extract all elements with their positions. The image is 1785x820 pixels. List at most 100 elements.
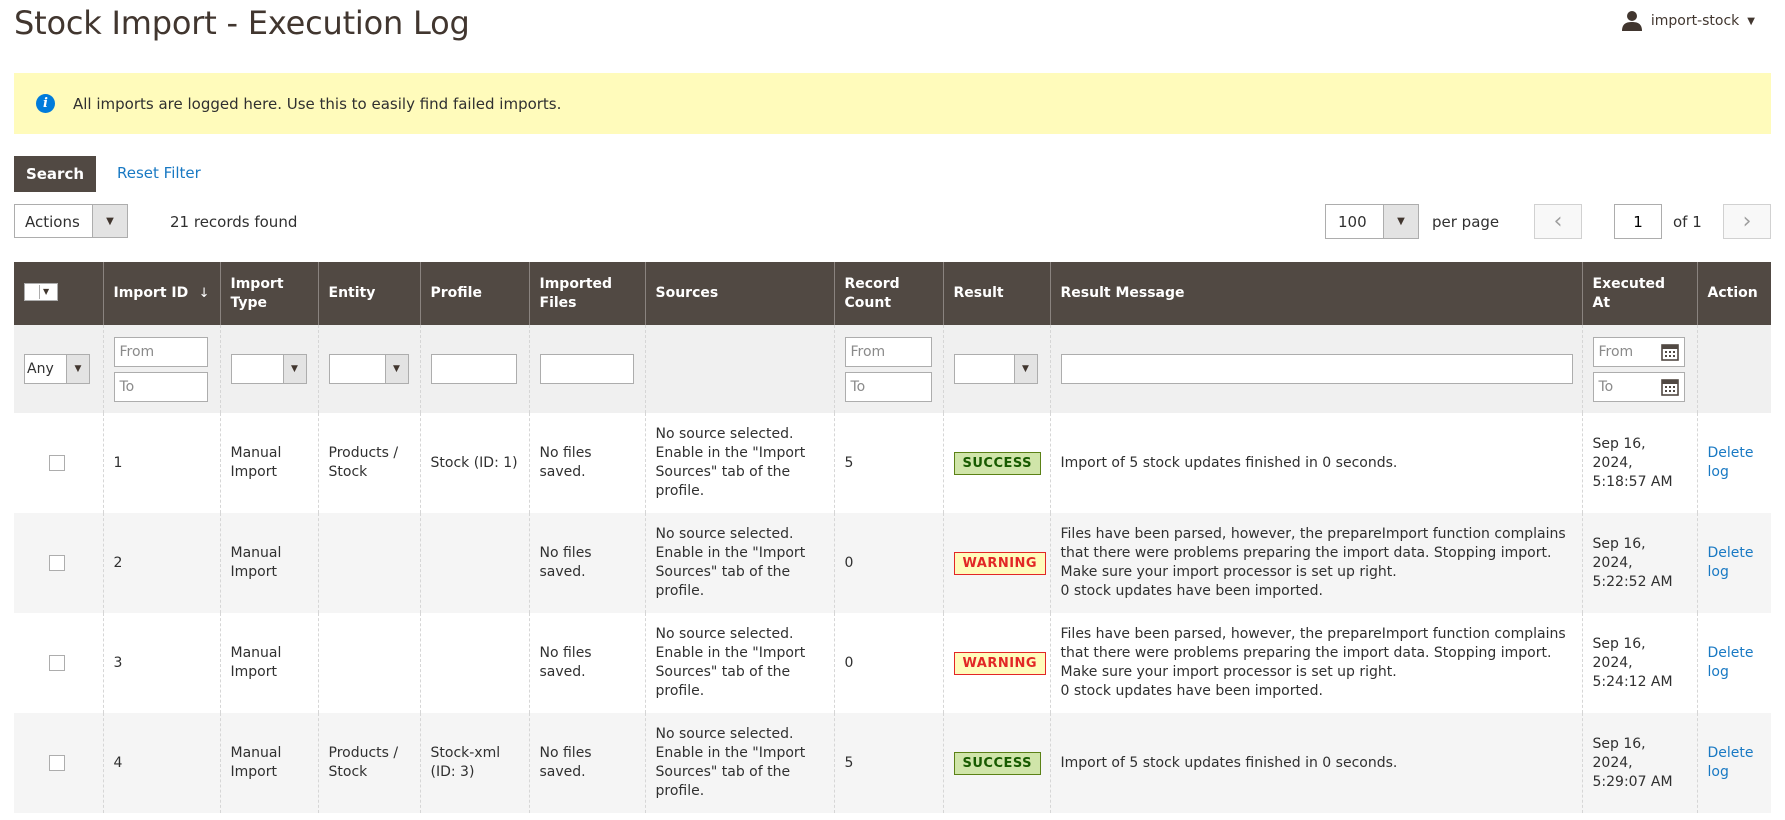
status-badge: SUCCESS: [953, 451, 1042, 475]
column-action: Action: [1696, 262, 1771, 325]
mass-select-checkbox[interactable]: ▼: [24, 282, 58, 301]
search-button[interactable]: Search: [14, 156, 96, 192]
chevron-down-icon: ▼: [1013, 355, 1037, 383]
status-badge: WARNING: [953, 551, 1047, 575]
cell-import-id: 1: [102, 413, 220, 513]
cell-import-type: Manual Import: [219, 613, 318, 713]
cell-import-type: Manual Import: [219, 513, 318, 613]
column-executed-at[interactable]: Executed At: [1581, 262, 1697, 325]
reset-filter-link[interactable]: Reset Filter: [117, 164, 201, 182]
previous-page-button[interactable]: ‹: [1534, 204, 1582, 239]
result-message-text: Files have been parsed, however, the pre…: [1060, 626, 1566, 680]
cell-profile: [419, 613, 529, 713]
column-entity[interactable]: Entity: [317, 262, 420, 325]
row-checkbox[interactable]: [49, 555, 65, 571]
chevron-down-icon: ▼: [92, 205, 127, 237]
cell-import-id: 4: [102, 713, 220, 813]
notice-message: i All imports are logged here. Use this …: [14, 73, 1771, 134]
cell-record-count: 0: [833, 613, 943, 713]
filter-imported-files-input[interactable]: [539, 354, 634, 384]
filter-id-from[interactable]: From: [113, 336, 208, 367]
filter-profile-input[interactable]: [430, 354, 517, 384]
per-page-value: 100: [1338, 213, 1367, 231]
filter-result-message-input[interactable]: [1060, 354, 1573, 384]
caret-down-icon: ▼: [43, 287, 50, 296]
page-title: Stock Import - Execution Log: [14, 4, 470, 42]
delete-log-link[interactable]: Delete log: [1708, 645, 1754, 680]
cell-executed-at: Sep 16, 2024, 5:22:52 AM: [1581, 513, 1697, 613]
delete-log-link[interactable]: Delete log: [1708, 545, 1754, 580]
delete-log-link[interactable]: Delete log: [1708, 745, 1754, 780]
filter-date-to[interactable]: To: [1592, 371, 1685, 402]
mass-select-header[interactable]: ▼: [14, 262, 103, 325]
cell-imported-files: No files saved.: [528, 613, 645, 713]
info-icon: i: [36, 94, 55, 113]
user-name: import-stock: [1650, 13, 1740, 29]
column-import-id[interactable]: Import ID ↓: [102, 262, 220, 325]
row-checkbox[interactable]: [49, 755, 65, 771]
cell-profile: Stock-xml (ID: 3): [419, 713, 529, 813]
column-sources[interactable]: Sources: [644, 262, 834, 325]
cell-entity: [317, 613, 420, 713]
table-row[interactable]: 4 Manual Import Products / Stock Stock-x…: [14, 713, 1771, 813]
filter-import-type[interactable]: ▼: [230, 354, 307, 384]
cell-entity: Products / Stock: [317, 713, 420, 813]
calendar-icon[interactable]: [1660, 342, 1680, 362]
result-message-summary: 0 stock updates have been imported.: [1060, 683, 1323, 699]
column-result-message[interactable]: Result Message: [1049, 262, 1582, 325]
table-row[interactable]: 3 Manual Import No files saved. No sourc…: [14, 613, 1771, 713]
user-menu[interactable]: import-stock ▼: [1621, 10, 1755, 32]
chevron-right-icon: ›: [1742, 209, 1752, 234]
cell-result-message: Import of 5 stock updates finished in 0 …: [1049, 713, 1582, 813]
result-message-text: Files have been parsed, however, the pre…: [1060, 526, 1566, 580]
filter-count-to[interactable]: To: [844, 371, 932, 402]
actions-dropdown[interactable]: Actions ▼: [14, 204, 128, 238]
cell-imported-files: No files saved.: [528, 713, 645, 813]
column-profile[interactable]: Profile: [419, 262, 529, 325]
table-row[interactable]: 1 Manual Import Products / Stock Stock (…: [14, 413, 1771, 513]
execution-log-grid: ▼ Import ID ↓ Import Type Entity Profile …: [14, 262, 1771, 813]
column-record-count[interactable]: Record Count: [833, 262, 943, 325]
column-result[interactable]: Result: [942, 262, 1050, 325]
chevron-down-icon: ▼: [384, 355, 408, 383]
filter-date-from[interactable]: From: [1592, 336, 1685, 367]
cell-imported-files: No files saved.: [528, 413, 645, 513]
cell-import-id: 3: [102, 613, 220, 713]
cell-result-message: Import of 5 stock updates finished in 0 …: [1049, 413, 1582, 513]
row-checkbox[interactable]: [49, 455, 65, 471]
per-page-dropdown[interactable]: 100 ▼: [1325, 204, 1419, 239]
cell-entity: [317, 513, 420, 613]
chevron-down-icon: ▼: [66, 355, 89, 383]
cell-sources: No source selected. Enable in the "Impor…: [644, 513, 834, 613]
calendar-icon[interactable]: [1660, 377, 1680, 397]
filter-entity[interactable]: ▼: [328, 354, 409, 384]
cell-record-count: 5: [833, 713, 943, 813]
chevron-left-icon: ‹: [1553, 209, 1563, 234]
cell-record-count: 0: [833, 513, 943, 613]
total-pages: of 1: [1673, 213, 1702, 231]
user-icon: [1621, 11, 1642, 31]
filter-count-from[interactable]: From: [844, 336, 932, 367]
chevron-down-icon: ▼: [282, 355, 306, 383]
next-page-button[interactable]: ›: [1723, 204, 1771, 239]
cell-record-count: 5: [833, 413, 943, 513]
cell-sources: No source selected. Enable in the "Impor…: [644, 613, 834, 713]
cell-entity: Products / Stock: [317, 413, 420, 513]
delete-log-link[interactable]: Delete log: [1708, 445, 1754, 480]
filter-select-any[interactable]: Any ▼: [24, 354, 90, 384]
page-number-input[interactable]: [1614, 204, 1662, 239]
records-found: 21 records found: [170, 213, 298, 231]
filter-result[interactable]: ▼: [953, 354, 1038, 384]
filter-id-to[interactable]: To: [113, 371, 208, 402]
caret-down-icon: ▼: [1747, 15, 1755, 27]
cell-sources: No source selected. Enable in the "Impor…: [644, 713, 834, 813]
cell-result-message: Files have been parsed, however, the pre…: [1049, 613, 1582, 713]
cell-import-type: Manual Import: [219, 413, 318, 513]
cell-sources: No source selected. Enable in the "Impor…: [644, 413, 834, 513]
cell-imported-files: No files saved.: [528, 513, 645, 613]
row-checkbox[interactable]: [49, 655, 65, 671]
column-imported-files[interactable]: Imported Files: [528, 262, 645, 325]
column-import-type[interactable]: Import Type: [219, 262, 318, 325]
table-row[interactable]: 2 Manual Import No files saved. No sourc…: [14, 513, 1771, 613]
sort-arrow-icon: ↓: [198, 286, 210, 301]
